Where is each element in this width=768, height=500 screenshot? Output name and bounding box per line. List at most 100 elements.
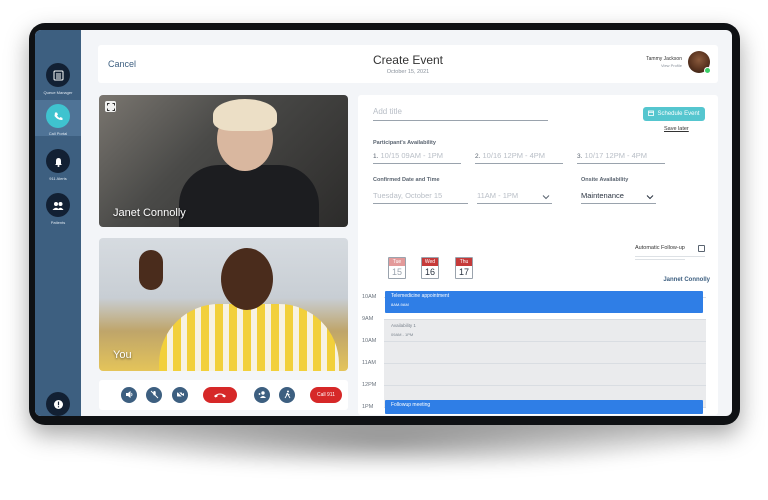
schedule-event-label: Schedule Event <box>657 111 700 117</box>
onsite-select[interactable]: Maintenance <box>581 191 656 204</box>
help-alert-button[interactable] <box>35 392 81 416</box>
slot-number: 3. <box>577 153 583 160</box>
event-telemedicine[interactable]: Telemedicine appointment 8AM-9AM <box>385 291 703 313</box>
hour-label: 1PM <box>362 404 374 410</box>
confirmed-date-field[interactable]: Tuesday, October 15 <box>373 191 468 204</box>
remote-participant-name: Janet Connolly <box>113 207 186 219</box>
confirmed-label: Confirmed Date and Time <box>373 177 440 183</box>
alert-icon <box>46 392 70 416</box>
day-number: 15 <box>391 267 402 277</box>
day-number: 17 <box>458 267 469 277</box>
phone-icon <box>46 104 70 128</box>
sidebar-item-queue-manager[interactable]: Queue Manager <box>35 63 81 103</box>
camera-off-icon <box>176 386 185 404</box>
mute-button[interactable] <box>146 387 162 403</box>
day-tab-tue[interactable]: Tue 15 <box>388 257 406 279</box>
call-911-button[interactable]: Call 911 <box>310 387 342 403</box>
remote-video-tile[interactable]: Janet Connolly <box>99 95 348 227</box>
list-icon <box>46 63 70 87</box>
hour-line <box>384 341 706 342</box>
expand-icon[interactable] <box>105 101 116 112</box>
page-title: Create Event <box>372 53 444 67</box>
bell-icon <box>46 149 70 173</box>
calendar-owner: Jannet Connolly <box>663 277 710 283</box>
event-title: Telemedicine appointment <box>391 293 450 299</box>
sidebar-item-patients[interactable]: Patients <box>35 193 81 233</box>
sidebar-item-label: Call Portal <box>48 131 68 136</box>
slot-number: 2. <box>475 153 481 160</box>
sidebar-item-call-portal[interactable]: Call Portal <box>35 104 81 144</box>
add-participant-button[interactable] <box>254 387 270 403</box>
add-person-icon <box>258 386 267 404</box>
save-later-link[interactable]: Save later <box>664 126 689 132</box>
video-person-shape <box>179 165 319 227</box>
hour-label: 10AM <box>362 294 377 300</box>
followup-checkbox[interactable] <box>698 245 705 252</box>
hang-up-icon <box>213 386 227 404</box>
followup-note <box>635 256 705 260</box>
sidebar-item-label: Patients <box>50 220 66 225</box>
calendar-icon <box>648 110 655 118</box>
chevron-down-icon <box>542 193 550 202</box>
hour-label: 11AM <box>362 360 376 366</box>
slot-value: 10/17 12PM - 4PM <box>584 151 648 160</box>
app-screen: Queue Manager Call Portal 911 Alerts Pat… <box>35 30 732 416</box>
page-header: Cancel Create Event October 15, 2021 Tam… <box>98 45 718 83</box>
hour-line <box>384 363 706 364</box>
availability-slot-3[interactable]: 3. 10/17 12PM - 4PM <box>577 151 665 164</box>
day-number: 16 <box>424 267 435 277</box>
confirmed-time-value: 11AM - 1PM <box>477 191 519 200</box>
day-of-week: Tue <box>389 258 405 266</box>
video-person-shape <box>213 99 277 131</box>
confirmed-time-select[interactable]: 11AM - 1PM <box>477 191 552 204</box>
event-time: 8AM-9AM <box>391 302 409 307</box>
event-title: Followup meeting <box>391 402 431 408</box>
sidebar-item-label: Queue Manager <box>43 90 73 95</box>
create-event-panel: Add title Schedule Event Save later Part… <box>358 95 718 415</box>
chevron-down-icon <box>646 193 654 202</box>
event-title-input[interactable]: Add title <box>373 107 548 121</box>
video-person-shape <box>139 250 163 290</box>
page-date: October 15, 2021 <box>386 69 430 75</box>
onsite-value: Maintenance <box>581 191 624 200</box>
onsite-label: Onsite Availability <box>581 177 629 183</box>
view-profile-link[interactable]: View Profile <box>661 63 682 68</box>
slot-value: 10/15 09AM - 1PM <box>380 151 444 160</box>
availability-block-title: Availability 1 <box>391 323 416 328</box>
local-video-tile[interactable]: You <box>99 238 348 371</box>
availability-slot-1[interactable]: 1. 10/15 09AM - 1PM <box>373 151 461 164</box>
availability-label: Participant's Availability <box>373 140 436 146</box>
day-tab-wed[interactable]: Wed 16 <box>421 257 439 279</box>
day-tab-thu[interactable]: Thu 17 <box>455 257 473 279</box>
availability-block-time: 09AM - 1PM <box>391 332 414 337</box>
hour-label: 12PM <box>362 382 377 388</box>
sidebar: Queue Manager Call Portal 911 Alerts Pat… <box>35 30 81 416</box>
hour-line <box>384 319 706 320</box>
schedule-event-button[interactable]: Schedule Event <box>643 107 705 121</box>
hour-label: 9AM <box>362 316 374 322</box>
speaker-button[interactable] <box>121 387 137 403</box>
transfer-button[interactable] <box>279 387 295 403</box>
call-controls: Call 911 <box>99 380 348 410</box>
speaker-icon <box>125 386 134 404</box>
event-followup[interactable]: Followup meeting <box>385 400 703 414</box>
video-person-shape <box>221 248 273 310</box>
followup-label: Automatic Follow-up <box>635 245 685 251</box>
slot-number: 1. <box>373 153 379 160</box>
availability-slot-2[interactable]: 2. 10/16 12PM - 4PM <box>475 151 563 164</box>
day-of-week: Wed <box>422 258 438 266</box>
walking-person-icon <box>283 386 292 404</box>
video-person-shape <box>159 304 339 371</box>
day-calendar: Availability 1 09AM - 1PM 10AM 9AM 10AM … <box>358 287 718 415</box>
user-name: Tammy Jackson <box>646 56 682 62</box>
end-call-button[interactable] <box>203 387 237 403</box>
sidebar-item-911-alerts[interactable]: 911 Alerts <box>35 149 81 189</box>
people-icon <box>46 193 70 217</box>
day-of-week: Thu <box>456 258 472 266</box>
mic-off-icon <box>150 386 159 404</box>
sidebar-item-label: 911 Alerts <box>49 176 67 181</box>
slot-value: 10/16 12PM - 4PM <box>482 151 546 160</box>
hour-line <box>384 385 706 386</box>
camera-off-button[interactable] <box>172 387 188 403</box>
local-participant-name: You <box>113 349 132 361</box>
